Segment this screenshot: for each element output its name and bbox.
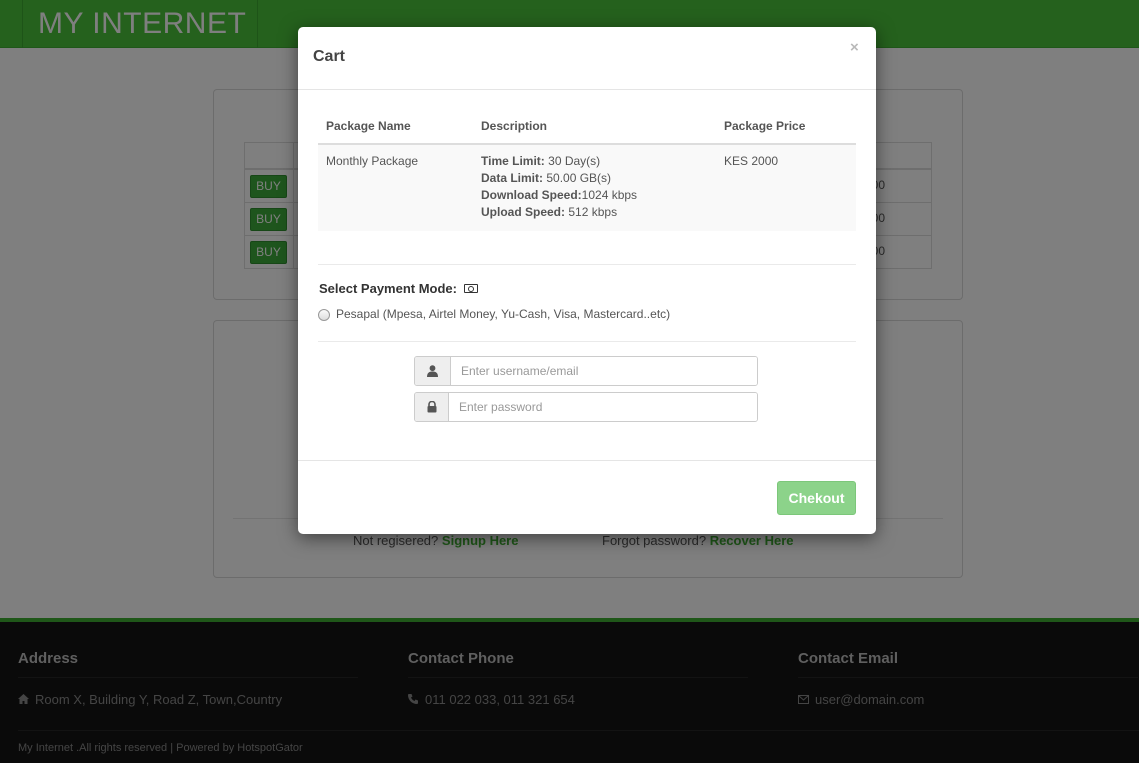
lock-icon <box>415 393 449 421</box>
header-package-name: Package Name <box>318 113 473 145</box>
table-row: Monthly Package Time Limit: 30 Day(s) Da… <box>318 144 856 231</box>
payment-mode-title: Select Payment Mode: <box>319 281 478 296</box>
divider <box>318 341 856 342</box>
upload-speed-label: Upload Speed: <box>481 205 566 219</box>
time-limit-value: 30 Day(s) <box>548 154 601 168</box>
time-limit-label: Time Limit: <box>481 154 545 168</box>
data-limit-label: Data Limit: <box>481 171 544 185</box>
download-speed-label: Download Speed: <box>481 188 582 202</box>
user-icon <box>415 357 451 385</box>
cart-table-header: Package Name Description Package Price <box>318 113 856 145</box>
pesapal-radio[interactable] <box>318 309 330 321</box>
money-icon <box>463 284 478 293</box>
package-name-cell: Monthly Package <box>318 144 473 231</box>
header-description: Description <box>473 113 716 145</box>
data-limit-value: 50.00 GB(s) <box>546 171 612 185</box>
payment-option-pesapal[interactable]: Pesapal (Mpesa, Airtel Money, Yu-Cash, V… <box>318 307 670 321</box>
password-input[interactable] <box>449 393 757 421</box>
modal-title: Cart <box>313 48 346 65</box>
username-group <box>414 356 758 386</box>
modal-header: Cart × <box>298 27 876 90</box>
download-speed-value: 1024 kbps <box>581 188 638 202</box>
close-icon[interactable]: × <box>850 39 859 56</box>
password-group <box>414 392 758 422</box>
cart-table: Package Name Description Package Price M… <box>318 113 856 231</box>
header-package-price: Package Price <box>716 113 856 145</box>
upload-speed-value: 512 kbps <box>568 205 618 219</box>
cart-modal: Cart × Package Name Description Package … <box>298 27 876 534</box>
divider <box>318 264 856 265</box>
modal-footer: Chekout <box>298 460 876 534</box>
package-price-cell: KES 2000 <box>716 144 856 231</box>
description-cell: Time Limit: 30 Day(s) Data Limit: 50.00 … <box>473 144 716 231</box>
checkout-button[interactable]: Chekout <box>777 481 856 515</box>
pesapal-label: Pesapal (Mpesa, Airtel Money, Yu-Cash, V… <box>336 307 671 321</box>
username-input[interactable] <box>451 357 757 385</box>
payment-mode-label: Select Payment Mode: <box>319 281 457 296</box>
